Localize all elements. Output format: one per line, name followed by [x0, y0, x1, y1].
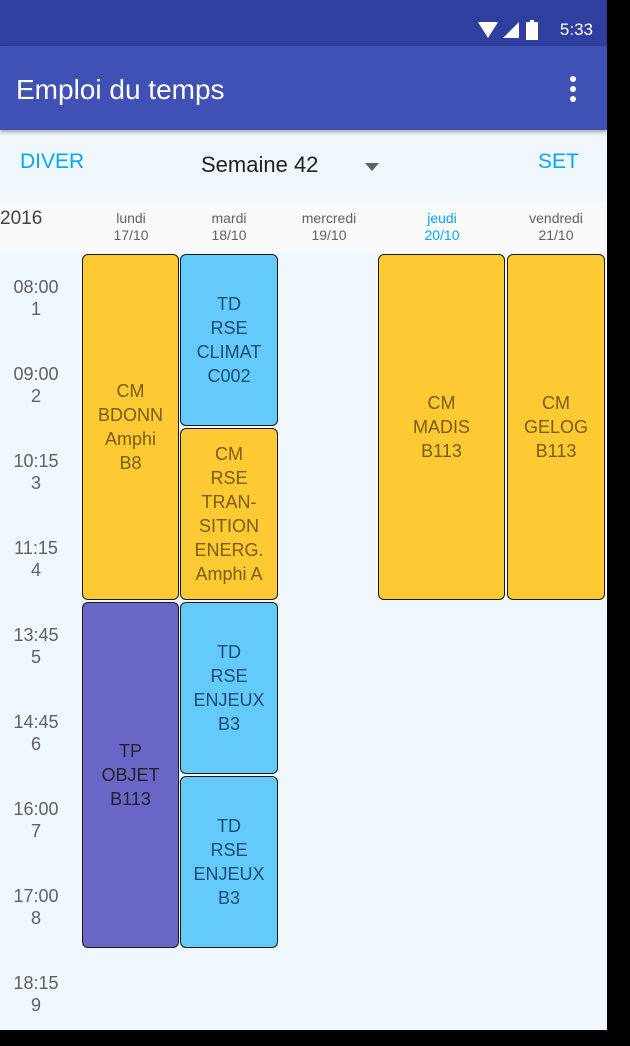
slot-number: 4	[30, 560, 41, 580]
slot-time: 08:00	[13, 277, 59, 297]
event-line: GELOG	[523, 417, 589, 437]
event-line: CM	[214, 444, 243, 464]
slot-number: 1	[30, 299, 41, 319]
event-line: Amphi A	[195, 564, 263, 584]
event-line: RSE	[210, 666, 248, 686]
event-line: C002	[207, 366, 251, 386]
slot-time: 11:15	[14, 538, 58, 558]
time-slot: 18:15 9	[0, 972, 72, 1016]
event-line: ENERG.	[194, 540, 264, 560]
event-line: TRAN-	[201, 492, 257, 512]
event-line: TP	[118, 741, 142, 761]
event-cm-madis[interactable]: CM MADIS B113	[378, 254, 505, 600]
event-line: SITION	[198, 516, 259, 536]
slot-time: 14:45	[13, 712, 59, 732]
app-bar: Emploi du temps	[0, 46, 607, 130]
event-td-rse-climat[interactable]: TD RSE CLIMAT C002	[180, 254, 278, 426]
battery-icon	[526, 20, 538, 40]
time-slot: 16:00 7	[0, 798, 72, 842]
days-header: 2016 lundi 17/10 mardi 18/10 mercredi 19…	[0, 202, 607, 252]
wifi-icon	[478, 22, 498, 38]
day-header-jeudi: jeudi 20/10	[384, 210, 500, 244]
dropdown-arrow-icon	[365, 163, 379, 171]
slot-time: 10:15	[13, 451, 59, 471]
time-slot: 08:00 1	[0, 276, 72, 320]
year-label: 2016	[0, 208, 43, 229]
event-line: B3	[217, 714, 240, 734]
status-time: 5:33	[559, 20, 593, 39]
event-line: RSE	[210, 468, 248, 488]
slot-time: 16:00	[13, 799, 59, 819]
event-line: CM	[116, 381, 145, 401]
event-line: MADIS	[412, 417, 470, 437]
event-line: TD	[216, 816, 241, 836]
screen: 5:33 Emploi du temps DIVER Semaine 42 SE…	[0, 0, 607, 1030]
slot-number: 7	[30, 821, 41, 841]
event-line: CM	[427, 393, 456, 413]
event-line: Amphi	[104, 429, 156, 449]
event-line: B8	[119, 453, 142, 473]
time-slot: 14:45 6	[0, 711, 72, 755]
slot-time: 17:00	[13, 886, 59, 906]
event-line: ENJEUX	[193, 864, 265, 884]
slot-number: 2	[30, 386, 41, 406]
event-line: CM	[542, 393, 570, 413]
day-header-vendredi: vendredi 21/10	[508, 210, 604, 244]
slot-number: 9	[30, 995, 41, 1015]
day-name: mercredi	[301, 210, 357, 226]
event-cm-gelog[interactable]: CM GELOG B113	[507, 254, 605, 600]
time-slot: 10:15 3	[0, 450, 72, 494]
event-line: RSE	[210, 318, 248, 338]
day-date: 17/10	[113, 227, 149, 243]
event-tp-objet[interactable]: TP OBJET B113	[82, 602, 179, 948]
day-header-mardi: mardi 18/10	[186, 210, 272, 244]
day-name: jeudi	[427, 210, 457, 226]
time-slot: 09:00 2	[0, 363, 72, 407]
day-header-mercredi: mercredi 19/10	[284, 210, 374, 244]
event-cm-rse-transition[interactable]: CM RSE TRAN- SITION ENERG. Amphi A	[180, 428, 278, 600]
event-line: RSE	[210, 840, 248, 860]
status-bar: 5:33	[0, 0, 607, 46]
time-slot: 11:15 4	[0, 537, 72, 581]
slot-number: 8	[30, 908, 41, 928]
slot-number: 5	[30, 647, 41, 667]
event-line: OBJET	[101, 765, 160, 785]
event-td-rse-enjeux[interactable]: TD RSE ENJEUX B3	[180, 602, 278, 774]
day-name: mardi	[211, 210, 247, 226]
prev-week-button[interactable]: DIVER	[20, 150, 84, 174]
time-slot: 17:00 8	[0, 885, 72, 929]
week-selector[interactable]: Semaine 42	[200, 152, 390, 182]
next-week-button[interactable]: SET	[538, 150, 579, 174]
event-line: B113	[110, 789, 151, 809]
slot-time: 13:45	[13, 625, 59, 645]
slot-number: 6	[30, 734, 41, 754]
cell-signal-icon	[503, 22, 519, 38]
event-line: BDONN	[97, 405, 163, 425]
more-vert-icon[interactable]	[563, 76, 583, 102]
day-header-lundi: lundi 17/10	[88, 210, 174, 244]
slot-number: 3	[30, 473, 41, 493]
day-date: 21/10	[538, 227, 574, 243]
slot-time: 09:00	[13, 364, 59, 384]
event-line: B3	[217, 888, 240, 908]
slot-time: 18:15	[13, 973, 59, 993]
event-line: B113	[535, 441, 577, 461]
time-slot: 13:45 5	[0, 624, 72, 668]
event-cm-bdonn[interactable]: CM BDONN Amphi B8	[82, 254, 179, 600]
week-label: Semaine 42	[201, 152, 319, 177]
day-date: 20/10	[424, 227, 460, 243]
day-name: lundi	[116, 210, 146, 226]
event-td-rse-enjeux[interactable]: TD RSE ENJEUX B3	[180, 776, 278, 948]
event-line: TD	[216, 294, 241, 314]
week-controls: DIVER Semaine 42 SET	[0, 130, 607, 202]
event-line: ENJEUX	[193, 690, 265, 710]
event-line: CLIMAT	[196, 342, 262, 362]
app-title: Emploi du temps	[16, 74, 225, 105]
day-date: 19/10	[311, 227, 347, 243]
day-name: vendredi	[529, 210, 583, 226]
event-line: B113	[421, 441, 462, 461]
day-date: 18/10	[211, 227, 247, 243]
event-line: TD	[216, 642, 241, 662]
